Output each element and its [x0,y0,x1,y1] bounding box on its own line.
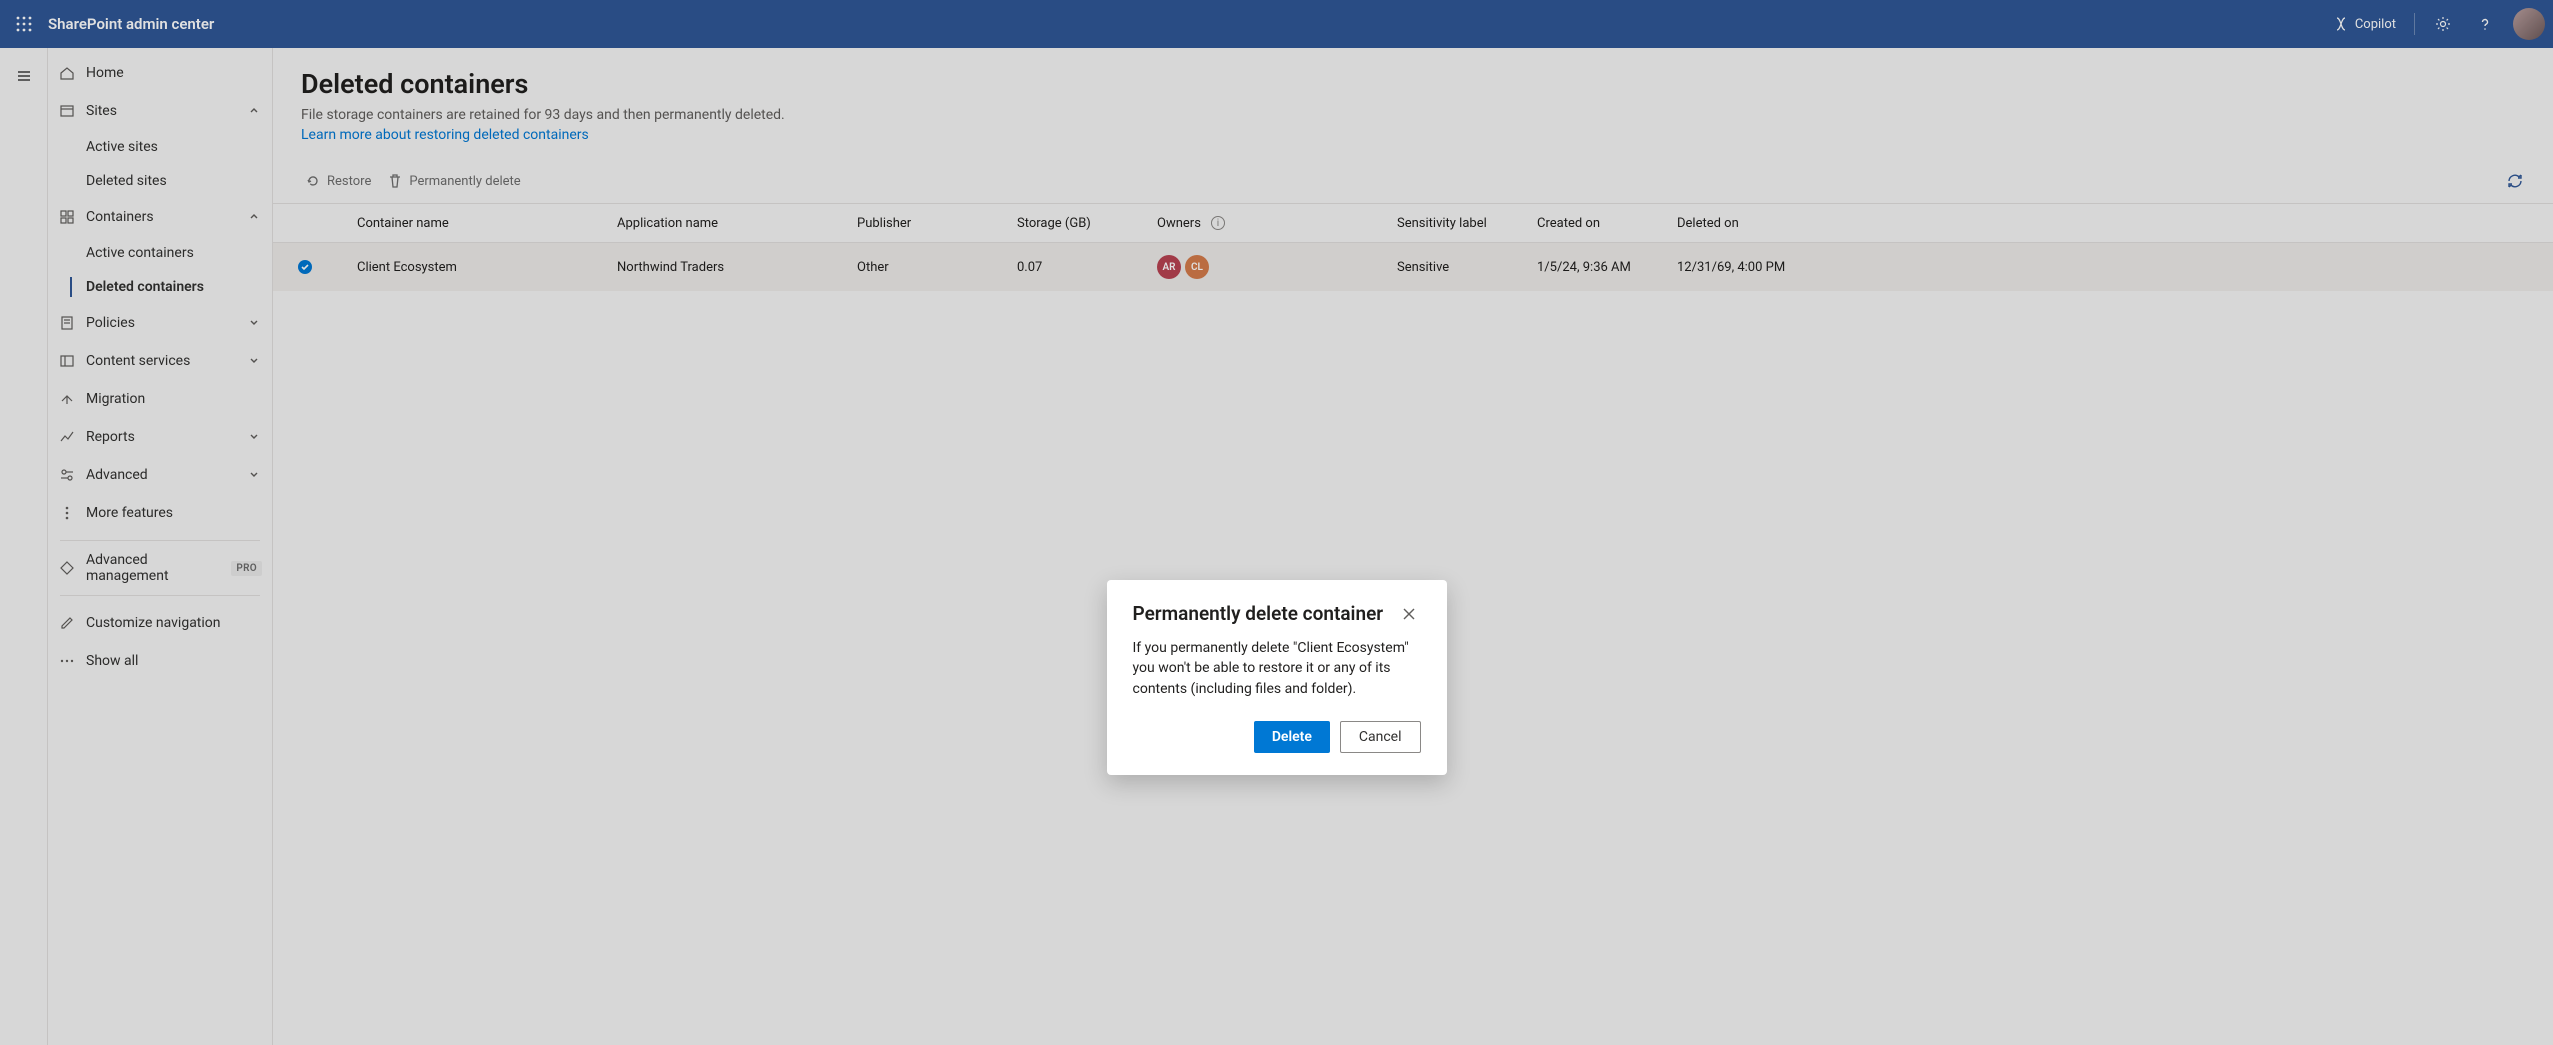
dialog-cancel-button[interactable]: Cancel [1340,721,1421,753]
dialog-close-button[interactable] [1397,602,1421,626]
permanently-delete-dialog: Permanently delete container If you perm… [1107,580,1447,775]
close-icon [1402,607,1416,621]
modal-overlay: Permanently delete container If you perm… [0,0,2553,1045]
dialog-delete-button[interactable]: Delete [1254,721,1330,753]
dialog-body: If you permanently delete "Client Ecosys… [1133,638,1421,699]
dialog-title: Permanently delete container [1133,602,1389,625]
